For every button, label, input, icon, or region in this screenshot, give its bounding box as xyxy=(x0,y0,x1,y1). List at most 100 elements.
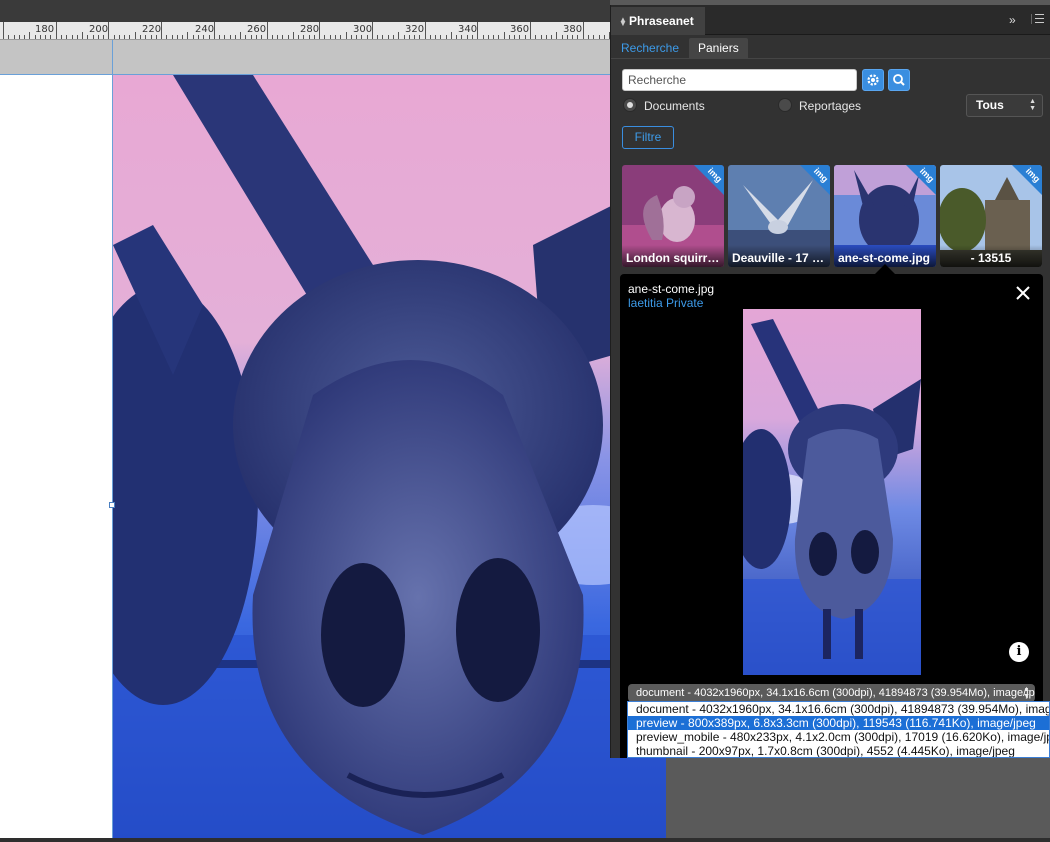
ruler-tick xyxy=(155,35,157,39)
panel-header: ▲ ▼ Phraseanet » xyxy=(611,5,1050,35)
subdefinition-selected-value: document - 4032x1960px, 34.1x16.6cm (300… xyxy=(636,687,1035,699)
ruler-tick xyxy=(166,35,168,39)
subdefinition-option[interactable]: preview_mobile - 480x233px, 4.1x2.0cm (3… xyxy=(628,730,1049,744)
filter-button[interactable]: Filtre xyxy=(622,126,674,149)
tab-recherche[interactable]: Recherche xyxy=(613,38,687,58)
radio-reportages-label[interactable]: Reportages xyxy=(799,99,861,113)
ruler-tick xyxy=(540,35,542,39)
search-input[interactable] xyxy=(622,69,857,91)
search-button[interactable] xyxy=(888,69,910,91)
ruler-tick xyxy=(593,35,595,39)
subdefinition-select[interactable]: document - 4032x1960px, 34.1x16.6cm (300… xyxy=(628,684,1035,702)
subdefinition-option-selected[interactable]: preview - 800x389px, 6.8x3.3cm (300dpi),… xyxy=(628,716,1049,730)
ruler-label: 320 xyxy=(405,24,425,35)
ruler-tick xyxy=(219,35,221,39)
ruler-tick xyxy=(361,35,363,39)
placed-donkey-image[interactable] xyxy=(113,75,666,838)
phraseanet-panel: ▲▼ Phraseanet » Recherche Paniers Docume… xyxy=(610,5,1050,758)
ruler-label: 240 xyxy=(195,24,215,35)
ruler-tick xyxy=(387,35,389,39)
ruler-tick xyxy=(39,35,41,39)
search-settings-button[interactable] xyxy=(862,69,884,91)
ruler-tick xyxy=(8,35,10,39)
subdefinition-options-list[interactable]: document - 4032x1960px, 34.1x16.6cm (300… xyxy=(627,701,1050,758)
ruler-tick xyxy=(118,35,120,39)
ruler-tick xyxy=(403,35,405,39)
document-page[interactable] xyxy=(0,75,114,838)
radio-documents-label[interactable]: Documents xyxy=(644,99,705,113)
ruler-tick xyxy=(34,35,36,39)
record-preview: ane-st-come.jpg laetitia Private i docum… xyxy=(620,274,1043,758)
select-arrows-icon: ▲ ▼ xyxy=(1029,98,1036,112)
panel-tab[interactable]: ▲ ▼ Phraseanet xyxy=(611,7,705,35)
preview-owner-link[interactable]: laetitia Private xyxy=(628,296,703,310)
ruler-tick xyxy=(419,35,421,39)
ruler-tick xyxy=(134,32,136,39)
record-type-select[interactable]: Tous ▲ ▼ xyxy=(966,94,1043,117)
panel-tab-arrows-icon: ▲ ▼ xyxy=(619,15,627,28)
ruler-tick xyxy=(182,35,184,39)
tab-paniers[interactable]: Paniers xyxy=(689,38,748,58)
result-thumbnail[interactable]: img Deauville - 17 &… xyxy=(728,165,830,267)
result-thumbnail[interactable]: img - 13515 xyxy=(940,165,1042,267)
ruler-tick xyxy=(234,35,236,39)
ruler-tick xyxy=(103,35,105,39)
ruler-tick xyxy=(150,35,152,39)
ruler-tick xyxy=(408,35,410,39)
ruler-tick xyxy=(450,32,452,39)
preview-title: ane-st-come.jpg xyxy=(628,282,715,296)
ruler-tick xyxy=(498,35,500,39)
subdefinition-option[interactable]: document - 4032x1960px, 34.1x16.6cm (300… xyxy=(628,702,1049,716)
ruler-tick xyxy=(298,35,300,39)
ruler-tick xyxy=(461,35,463,39)
ruler-tick xyxy=(350,35,352,39)
ruler-tick xyxy=(603,35,605,39)
ruler-tick xyxy=(324,35,326,39)
ruler-tick xyxy=(3,22,4,39)
close-preview-button[interactable] xyxy=(1014,284,1032,302)
ruler-tick xyxy=(524,35,526,39)
ruler-tick xyxy=(171,35,173,39)
selection-handle[interactable] xyxy=(109,502,115,508)
horizontal-ruler[interactable]: 180 200 220 240 260 280 300 320 340 360 … xyxy=(0,22,610,40)
ruler-tick xyxy=(493,35,495,39)
thumbnail-caption: - 13515 xyxy=(940,245,1042,267)
ruler-tick xyxy=(519,35,521,39)
ruler-tick xyxy=(92,35,94,39)
ruler-tick xyxy=(29,32,31,39)
ruler-tick xyxy=(582,22,584,39)
ruler-tick xyxy=(282,35,284,39)
ruler-tick xyxy=(45,35,47,39)
ruler-tick xyxy=(129,35,131,39)
info-icon[interactable]: i xyxy=(1009,642,1029,662)
result-thumbnail[interactable]: img ane-st-come.jpg xyxy=(834,165,936,267)
ruler-tick xyxy=(287,35,289,39)
panel-menu-icon[interactable] xyxy=(1031,14,1044,24)
ruler-tick xyxy=(335,35,336,39)
ruler-tick xyxy=(240,32,242,39)
ruler-tick xyxy=(398,32,400,39)
ruler-tick xyxy=(192,35,194,39)
workspace-background xyxy=(666,758,1050,838)
ruler-tick xyxy=(392,35,394,39)
ruler-tick xyxy=(445,35,447,39)
ruler-label: 180 xyxy=(35,24,55,35)
result-thumbnail[interactable]: img London squirrel… xyxy=(622,165,724,267)
ruler-tick xyxy=(261,35,263,39)
subdefinition-option[interactable]: thumbnail - 200x97px, 1.7x0.8cm (300dpi)… xyxy=(628,744,1049,757)
radio-documents[interactable] xyxy=(623,98,637,112)
ruler-tick xyxy=(13,35,15,39)
ruler-tick xyxy=(566,35,568,39)
gear-icon xyxy=(867,74,879,86)
ruler-label: 200 xyxy=(89,24,109,35)
ruler-tick xyxy=(145,35,147,39)
ruler-tick xyxy=(382,35,384,39)
ruler-tick xyxy=(303,35,305,39)
ruler-label: 260 xyxy=(247,24,267,35)
collapse-panel-icon[interactable]: » xyxy=(1009,13,1016,27)
ruler-tick xyxy=(535,35,537,39)
ruler-tick xyxy=(424,22,426,39)
ruler-tick xyxy=(277,35,279,39)
radio-reportages[interactable] xyxy=(778,98,792,112)
preview-image[interactable] xyxy=(743,309,921,675)
